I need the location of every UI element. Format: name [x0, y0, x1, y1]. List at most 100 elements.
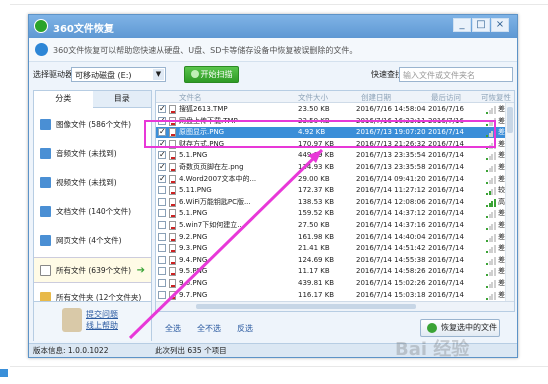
file-icon: [169, 290, 176, 300]
created-date: 2016/7/14 09:41:20: [356, 174, 426, 183]
signal-bars-icon: [486, 268, 496, 277]
file-size: 439.81 KB: [298, 279, 335, 287]
recoverability: 差: [498, 232, 505, 241]
tab-category[interactable]: 分类: [34, 91, 93, 108]
table-row[interactable]: 5.1.PNG 449.99 KB 2016/7/13 23:35:542016/7…: [156, 149, 514, 161]
close-button[interactable]: ×: [491, 18, 509, 32]
tab-directory[interactable]: 目录: [93, 91, 152, 108]
recoverability: 差: [498, 139, 505, 148]
table-row[interactable]: 搜狐2613.TMP 23.50 KB 2016/7/16 14:58:042016…: [156, 103, 514, 115]
table-row[interactable]: 奇数页页脚在左.png 134.93 KB 2016/7/13 23:35:5820…: [156, 161, 514, 173]
sidebar-item-documents[interactable]: 文档文件 (140个文件): [34, 199, 151, 225]
sidebar-item-label: 视频文件 (未找到): [56, 178, 117, 187]
webpage-icon: [40, 235, 51, 246]
row-checkbox[interactable]: [158, 209, 166, 218]
recoverability: 差: [498, 116, 505, 125]
row-checkbox[interactable]: [158, 161, 166, 172]
horizontal-scrollbar[interactable]: [156, 301, 514, 311]
drive-select[interactable]: 可移动磁盘 (E:) ▼: [71, 67, 166, 82]
signal-bars-icon: [486, 280, 496, 288]
chevron-down-icon[interactable]: ▼: [153, 69, 164, 80]
row-checkbox[interactable]: [158, 255, 166, 264]
file-size: 161.98 KB: [298, 232, 335, 241]
select-none-link[interactable]: 全不选: [197, 323, 221, 334]
accessed-date: 2016/7/14: [428, 174, 464, 183]
signal-bars-icon: [486, 152, 496, 161]
recoverability: 差: [498, 151, 505, 160]
table-row[interactable]: 4.Word2007文本中的... 29.00 KB 2016/7/14 09:41…: [156, 173, 514, 185]
column-header-created[interactable]: 创建日期: [361, 92, 391, 103]
file-icon: [169, 209, 176, 219]
table-row[interactable]: 9.3.PNG 21.41 KB 2016/7/14 14:51:42 2016/7/…: [156, 243, 514, 254]
invert-selection-link[interactable]: 反选: [237, 323, 253, 334]
title-bar[interactable]: 360文件恢复 _ □ ×: [29, 15, 517, 38]
row-checkbox[interactable]: [158, 290, 166, 299]
version-info: 版本信息: 1.0.0.1022: [33, 346, 109, 355]
table-row[interactable]: 9.2.PNG 161.98 KB 2016/7/14 14:40:04 2016/7…: [156, 232, 514, 243]
column-header-size[interactable]: 文件大小: [298, 92, 328, 103]
arrow-right-icon: ➔: [136, 265, 145, 276]
file-name: 5.1.PNG: [179, 209, 208, 218]
table-row[interactable]: 9.6.PNG 439.81 KB 2016/7/14 15:02:26 2016/7…: [156, 278, 514, 289]
sidebar-tabs: 分类 目录: [34, 91, 151, 108]
row-checkbox[interactable]: [158, 173, 166, 184]
accessed-date: 2016/7/14: [428, 279, 464, 287]
sidebar-item-label: 文档文件 (140个文件): [56, 207, 132, 216]
row-checkbox[interactable]: [158, 232, 166, 241]
accessed-date: 2016/7/14: [428, 244, 464, 253]
table-row[interactable]: 9.5.PNG 11.17 KB 2016/7/14 14:58:26 2016/7/…: [156, 266, 514, 277]
row-checkbox[interactable]: [158, 103, 166, 114]
sidebar-item-images[interactable]: 图像文件 (586个文件): [34, 112, 151, 138]
sidebar-item-webpages[interactable]: 网页文件 (4个文件): [34, 228, 151, 254]
column-header-name[interactable]: 文件名: [179, 92, 202, 103]
column-header-accessed[interactable]: 最后访问: [431, 92, 461, 103]
row-checkbox[interactable]: [158, 149, 166, 160]
file-icon: [169, 197, 176, 207]
file-size: 159.52 KB: [298, 209, 335, 218]
document-icon: [40, 206, 51, 217]
table-row[interactable]: 9.4.PNG 124.69 KB 2016/7/14 14:55:38 2016/7…: [156, 255, 514, 266]
file-name: 9.5.PNG: [179, 267, 208, 276]
column-header-quality[interactable]: 可恢复性: [481, 92, 511, 103]
signal-bars-icon: [486, 245, 496, 254]
table-row[interactable]: 5.1.PNG 159.52 KB 2016/7/14 14:37:12 2016/7…: [156, 208, 514, 219]
row-checkbox[interactable]: [158, 244, 166, 253]
minimize-button[interactable]: _: [453, 18, 471, 32]
maximize-button[interactable]: □: [472, 18, 490, 32]
quick-search-input[interactable]: 输入文件或文件夹名: [399, 67, 513, 82]
created-date: 2016/7/14 14:58:26: [356, 267, 426, 276]
toolbar: 选择驱动器: 可移动磁盘 (E:) ▼ 开始扫描 快速查找: 输入文件或文件夹名: [29, 63, 517, 87]
help-link[interactable]: 提交问题 线上帮助: [86, 309, 118, 331]
select-all-link[interactable]: 全选: [165, 323, 181, 334]
recoverability: 差: [498, 163, 505, 171]
support-icon: [62, 308, 82, 332]
table-row[interactable]: 5.11.PNG 172.37 KB 2016/7/14 11:27:12 2016/…: [156, 185, 514, 196]
restore-icon: [427, 323, 437, 333]
row-checkbox[interactable]: [158, 221, 166, 229]
accessed-date: 2016/7/14: [428, 209, 464, 218]
start-scan-button[interactable]: 开始扫描: [184, 66, 239, 83]
row-checkbox[interactable]: [158, 279, 166, 287]
signal-bars-icon: [486, 256, 496, 265]
file-name: 9.2.PNG: [179, 232, 208, 241]
sidebar-item-video[interactable]: 视频文件 (未找到): [34, 170, 151, 196]
scroll-thumb[interactable]: [507, 107, 513, 133]
created-date: 2016/7/13 23:35:58: [356, 163, 426, 171]
help-panel[interactable]: 提交问题 线上帮助: [34, 301, 151, 341]
file-icon: [169, 279, 176, 288]
table-row[interactable]: 5.win7下如何建立... 27.50 KB 2016/7/14 14:37:16…: [156, 220, 514, 231]
sidebar-item-all-files[interactable]: 所有文件 (639个文件) ➔: [34, 257, 151, 283]
signal-bars-icon: [486, 291, 496, 300]
row-checkbox[interactable]: [158, 197, 166, 206]
table-row[interactable]: 6.WiFi万能钥匙PC版... 138.53 KB 2016/7/14 12:08…: [156, 197, 514, 208]
file-icon: [169, 105, 176, 114]
item-count: 此次列出 635 个项目: [155, 346, 227, 355]
row-checkbox[interactable]: [158, 267, 166, 276]
scroll-thumb[interactable]: [196, 304, 416, 309]
table-row[interactable]: 9.7.PNG 116.17 KB 2016/7/14 15:03:18 2016/7…: [156, 290, 514, 301]
scan-icon: [190, 70, 199, 78]
category-sidebar: 分类 目录 图像文件 (586个文件) 音频文件 (未找到) 视频文件 (未找到…: [33, 90, 152, 341]
row-checkbox[interactable]: [158, 186, 166, 195]
vertical-scrollbar[interactable]: [505, 103, 514, 303]
sidebar-item-audio[interactable]: 音频文件 (未找到): [34, 141, 151, 167]
